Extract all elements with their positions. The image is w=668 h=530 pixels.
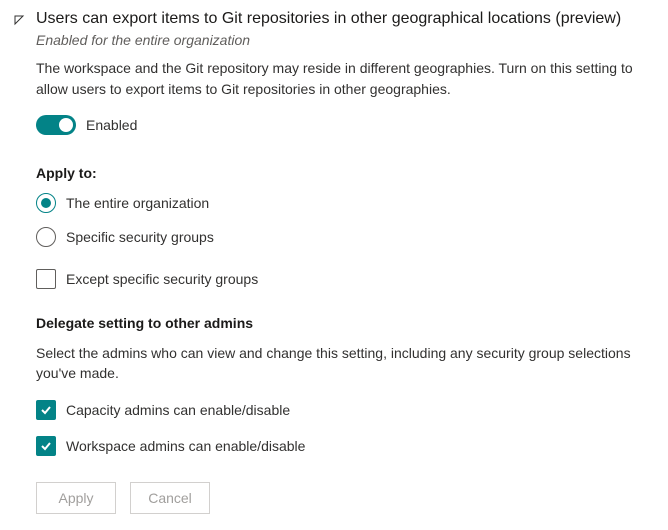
enabled-toggle-label: Enabled: [86, 117, 137, 133]
checkbox-workspace-admins[interactable]: [36, 436, 56, 456]
radio-specific-groups[interactable]: [36, 227, 56, 247]
apply-button[interactable]: Apply: [36, 482, 116, 514]
apply-to-label: Apply to:: [36, 165, 644, 181]
setting-title: Users can export items to Git repositori…: [36, 8, 621, 30]
checkbox-capacity-admins[interactable]: [36, 400, 56, 420]
checkbox-capacity-admins-label: Capacity admins can enable/disable: [66, 402, 290, 418]
radio-specific-groups-label: Specific security groups: [66, 229, 214, 245]
setting-subtitle: Enabled for the entire organization: [36, 32, 644, 48]
setting-description: The workspace and the Git repository may…: [36, 58, 644, 99]
radio-entire-organization[interactable]: [36, 193, 56, 213]
checkbox-workspace-admins-label: Workspace admins can enable/disable: [66, 438, 305, 454]
radio-entire-organization-label: The entire organization: [66, 195, 209, 211]
enabled-toggle[interactable]: [36, 115, 76, 135]
checkbox-except-groups[interactable]: [36, 269, 56, 289]
collapse-icon[interactable]: [12, 13, 26, 27]
delegate-label: Delegate setting to other admins: [36, 315, 644, 331]
checkbox-except-groups-label: Except specific security groups: [66, 271, 258, 287]
cancel-button[interactable]: Cancel: [130, 482, 210, 514]
delegate-description: Select the admins who can view and chang…: [36, 343, 644, 384]
